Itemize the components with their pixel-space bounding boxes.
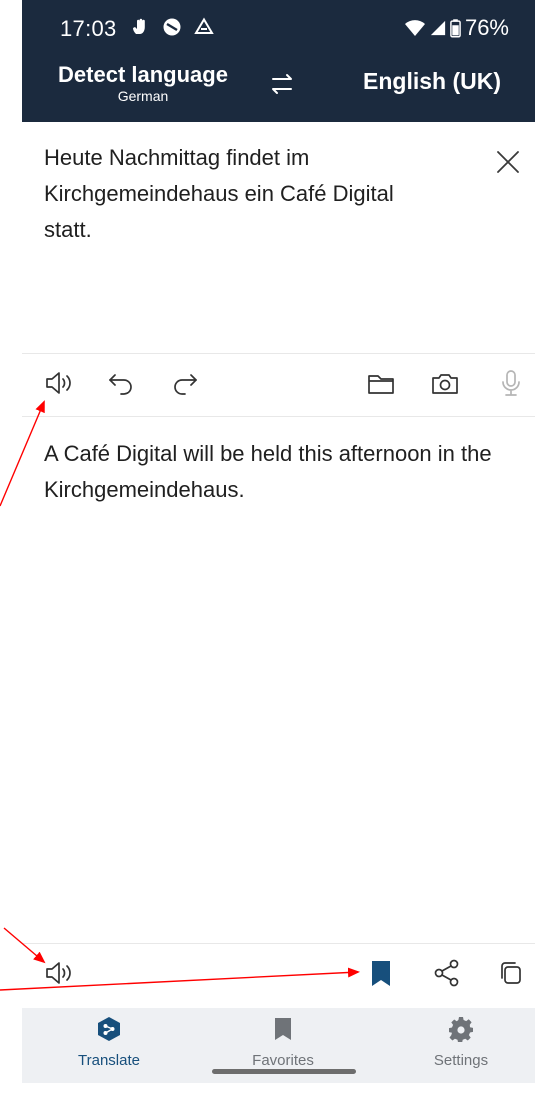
listen-translation-button[interactable] <box>44 958 74 988</box>
save-favorite-button[interactable] <box>366 958 396 988</box>
copy-button[interactable] <box>496 958 526 988</box>
notification-icons <box>130 17 214 37</box>
app-screen: 17:03 76% Detect language German English… <box>22 0 535 1083</box>
copy-icon <box>501 962 521 984</box>
redo-button[interactable] <box>170 368 200 398</box>
signal-icon <box>430 20 446 36</box>
hand-icon <box>133 18 145 34</box>
blocked-icon <box>163 18 181 36</box>
status-time: 17:03 <box>60 16 117 41</box>
nav-label: Favorites <box>252 1052 314 1069</box>
clear-text-button[interactable] <box>494 148 522 176</box>
folder-icon <box>368 375 394 394</box>
gesture-handle[interactable] <box>212 1069 356 1074</box>
bookmark-icon <box>372 961 390 986</box>
nav-settings[interactable]: Settings <box>376 1008 535 1083</box>
camera-icon <box>432 374 458 394</box>
source-language-label: Detect language <box>58 62 228 87</box>
swap-icon <box>272 74 292 94</box>
gear-icon <box>449 1017 473 1042</box>
battery-icon <box>450 19 461 38</box>
camera-button[interactable] <box>430 368 460 398</box>
wifi-icon <box>404 20 425 36</box>
status-bar: 17:03 76% <box>22 0 535 56</box>
share-button[interactable] <box>432 958 462 988</box>
microphone-button[interactable] <box>496 368 526 398</box>
open-file-button[interactable] <box>366 368 396 398</box>
speaker-icon <box>46 962 71 984</box>
battery-percent: 76% <box>464 15 509 40</box>
source-text-input[interactable]: Heute Nachmittag findet im Kirchgemeinde… <box>44 140 444 248</box>
undo-icon <box>109 374 132 395</box>
target-language-selector[interactable]: English (UK) <box>352 68 512 95</box>
microphone-icon <box>502 370 520 396</box>
nav-translate[interactable]: Translate <box>24 1008 194 1083</box>
redo-icon <box>174 374 197 395</box>
system-indicators: 76% <box>404 15 509 41</box>
close-icon <box>497 151 519 173</box>
nav-label: Translate <box>78 1052 140 1069</box>
header: 17:03 76% Detect language German English… <box>22 0 535 122</box>
swap-languages-button[interactable] <box>266 68 298 100</box>
divider <box>22 943 535 944</box>
translation-output[interactable]: A Café Digital will be held this afterno… <box>44 436 524 508</box>
language-bar: Detect language German English (UK) <box>22 60 535 118</box>
speaker-icon <box>46 372 71 394</box>
detected-language-label: German <box>117 88 169 104</box>
divider <box>22 353 535 354</box>
nav-label: Settings <box>433 1052 489 1069</box>
drive-icon <box>194 17 214 34</box>
listen-source-button[interactable] <box>44 368 74 398</box>
bookmark-icon <box>275 1018 291 1040</box>
share-icon <box>434 959 459 987</box>
deepl-logo-icon <box>98 1017 120 1041</box>
undo-button[interactable] <box>106 368 136 398</box>
source-language-selector[interactable]: Detect language German <box>58 62 228 104</box>
divider <box>22 416 535 417</box>
